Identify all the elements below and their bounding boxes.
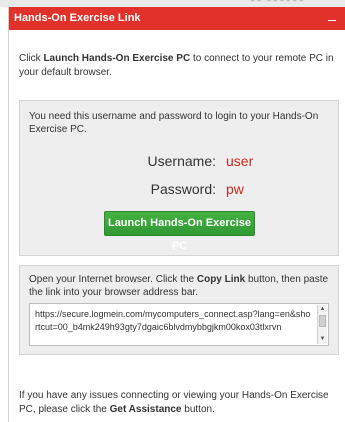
exercise-link-window: Hands-On Exercise Link Click Launch Hand… (8, 7, 345, 422)
scroll-down-icon[interactable]: ▼ (319, 336, 326, 343)
window-titlebar: Hands-On Exercise Link (9, 7, 345, 30)
password-label: Password: (150, 181, 216, 197)
window-title: Hands-On Exercise Link (14, 12, 141, 24)
footer-suffix: button. (181, 404, 215, 415)
background-window-fragment: ●● ●●●●●● (250, 0, 305, 4)
intro-prefix: Click (19, 53, 44, 64)
credentials-panel: You need this username and password to l… (19, 100, 339, 256)
browser-link-panel: Open your Internet browser. Click the Co… (19, 265, 339, 355)
username-value: user (226, 153, 254, 169)
url-scrollbar[interactable]: ▲ ▼ (317, 305, 327, 344)
scroll-thumb[interactable] (319, 315, 326, 327)
intro-text: Click Launch Hands-On Exercise PC to con… (19, 52, 337, 80)
launch-exercise-pc-button[interactable]: Launch Hands-On Exercise PC (104, 211, 255, 252)
copy-link-name: Copy Link (196, 274, 246, 285)
minimize-icon (328, 20, 336, 21)
credentials-description: You need this username and password to l… (29, 111, 319, 135)
get-assistance-name: Get Assistance (109, 404, 182, 415)
scroll-up-icon[interactable]: ▲ (319, 306, 326, 313)
minimize-button[interactable] (325, 13, 339, 25)
browser-instruction: Open your Internet browser. Click the Co… (29, 273, 334, 299)
browser-instruction-prefix: Open your Internet browser. Click the (29, 274, 197, 285)
url-text: https://secure.logmein.com/mycomputers_c… (35, 309, 311, 332)
background-window-strip: ●● ●●●●●● (0, 0, 345, 7)
username-label: Username: (147, 153, 216, 169)
url-textarea[interactable]: https://secure.logmein.com/mycomputers_c… (29, 303, 329, 346)
intro-link-name: Launch Hands-On Exercise PC (43, 53, 191, 64)
assistance-text: If you have any issues connecting or vie… (19, 389, 341, 417)
password-value: pw (226, 181, 244, 197)
